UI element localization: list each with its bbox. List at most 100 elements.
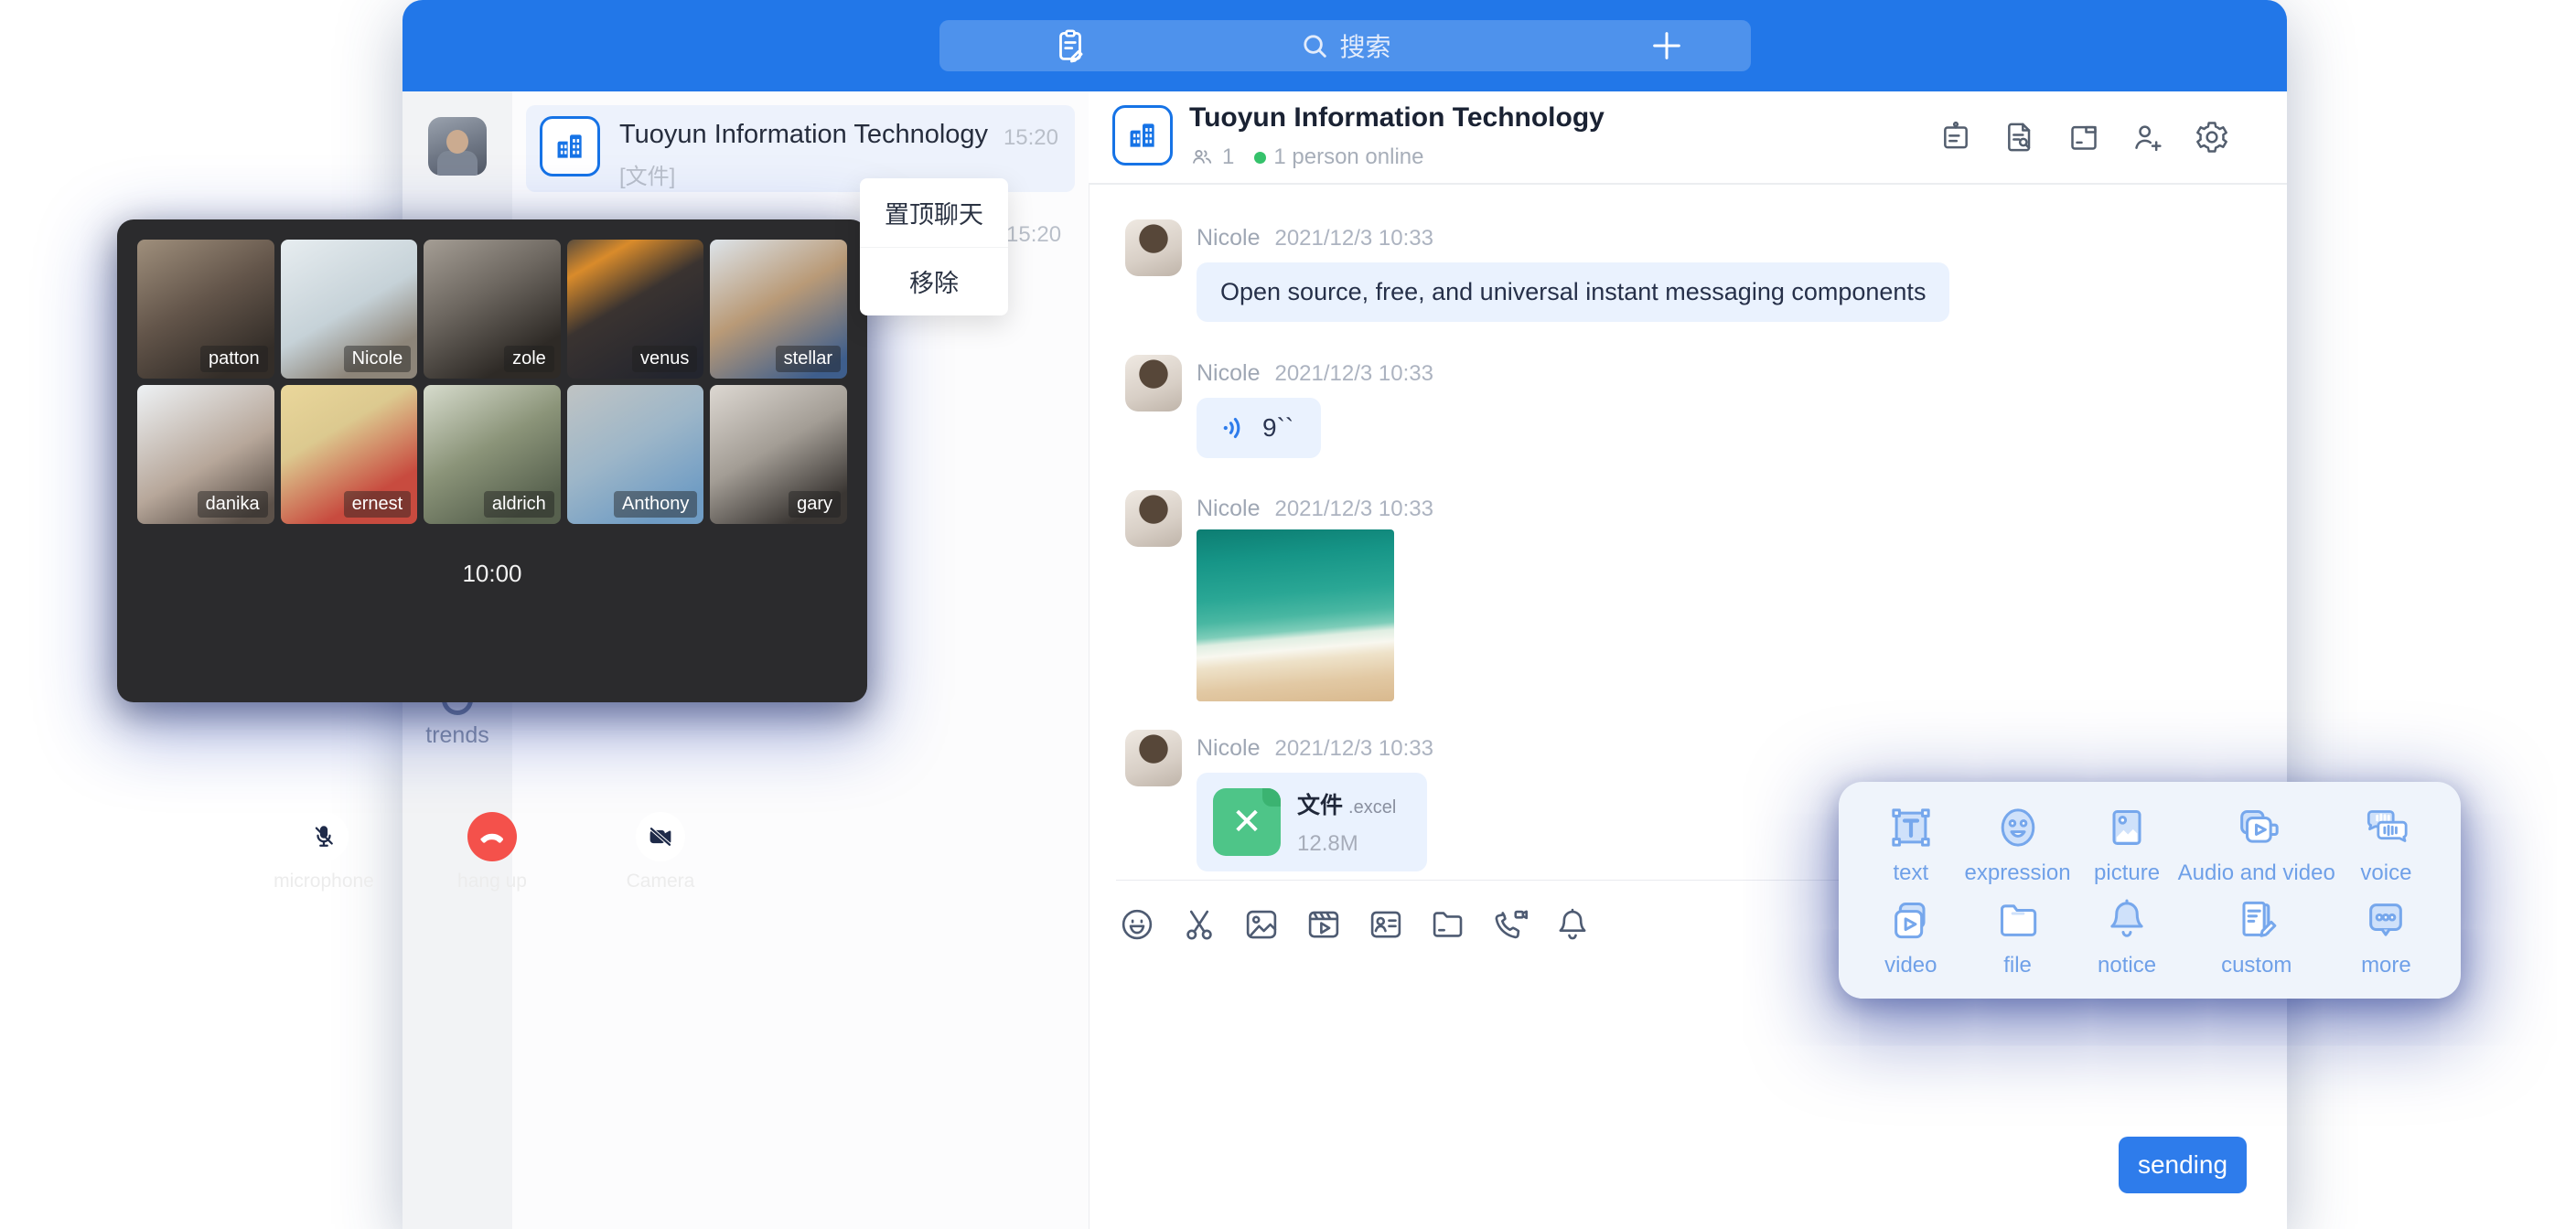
menu-item-pin-chat[interactable]: 置顶聊天	[860, 178, 1008, 247]
screen: 搜索 trends	[0, 0, 2576, 1229]
sender-avatar[interactable]	[1125, 730, 1182, 786]
video-call-icon[interactable]	[1491, 905, 1530, 944]
panel-item-text[interactable]: text	[1862, 798, 1959, 891]
panel-label: more	[2361, 953, 2411, 978]
custom-icon	[2231, 894, 2282, 946]
message-time: 2021/12/3 10:33	[1274, 736, 1433, 762]
message-file: Nicole 2021/12/3 10:33 ✕ 文件.excel 12.8M	[1125, 730, 1433, 871]
video-call-overlay: patton Nicole zole venus stellar danika …	[117, 219, 867, 702]
video-tile[interactable]: danika	[137, 385, 274, 524]
conversation-time: 15:20	[1004, 125, 1058, 151]
voice-bubble[interactable]: 9``	[1197, 398, 1321, 458]
sender-avatar[interactable]	[1125, 355, 1182, 411]
contact-card-icon[interactable]	[1367, 905, 1405, 944]
context-menu: 置顶聊天 移除	[860, 178, 1008, 315]
participant-name: zole	[504, 346, 554, 372]
chat-title: Tuoyun Information Technology	[1189, 102, 1605, 134]
panel-item-voice[interactable]: voice	[2335, 798, 2437, 891]
composer-toolbar	[1118, 905, 1592, 944]
add-icon[interactable]	[1648, 27, 1685, 64]
file-bubble[interactable]: ✕ 文件.excel 12.8M	[1197, 773, 1427, 871]
audio-video-icon	[2231, 802, 2282, 853]
online-dot	[1254, 152, 1266, 164]
file-manager-icon[interactable]	[2066, 119, 2102, 155]
participant-name: Nicole	[344, 346, 412, 372]
message-time: 2021/12/3 10:33	[1274, 497, 1433, 522]
panel-item-audio-video[interactable]: Audio and video	[2178, 798, 2335, 891]
video-tile[interactable]: ernest	[281, 385, 418, 524]
video-tile[interactable]: gary	[710, 385, 847, 524]
participant-name: aldrich	[484, 491, 554, 518]
sender-name: Nicole	[1197, 225, 1260, 251]
conversation-time-2: 15:20	[1006, 222, 1061, 248]
group-notice-icon[interactable]	[1937, 119, 1974, 155]
panel-item-picture[interactable]: picture	[2076, 798, 2177, 891]
participant-name: gary	[789, 491, 841, 518]
panel-item-expression[interactable]: expression	[1959, 798, 2077, 891]
more-icon	[2360, 894, 2411, 946]
camera-button[interactable]: Camera	[606, 812, 714, 892]
folder-icon[interactable]	[1429, 905, 1467, 944]
panel-item-more[interactable]: more	[2335, 891, 2437, 983]
send-button[interactable]: sending	[2119, 1137, 2247, 1193]
settings-gear-icon[interactable]	[2194, 119, 2230, 155]
excel-file-icon: ✕	[1213, 788, 1281, 856]
message-time: 2021/12/3 10:33	[1274, 226, 1433, 251]
video-tile[interactable]: Nicole	[281, 240, 418, 379]
video-tile[interactable]: stellar	[710, 240, 847, 379]
video-tile[interactable]: venus	[567, 240, 704, 379]
search-bar[interactable]: 搜索	[939, 20, 1751, 71]
group-avatar	[540, 116, 600, 176]
menu-item-remove[interactable]: 移除	[860, 247, 1008, 316]
conversation-title: Tuoyun Information Technology	[619, 120, 988, 150]
panel-item-video[interactable]: video	[1862, 891, 1959, 983]
panel-label: Audio and video	[2178, 860, 2335, 886]
message-voice: Nicole 2021/12/3 10:33 9``	[1125, 355, 1433, 458]
chat-group-avatar	[1112, 105, 1173, 166]
participant-name: stellar	[776, 346, 841, 372]
message-type-panel: text expression picture	[1839, 782, 2461, 999]
voice-icon	[2360, 802, 2411, 853]
sender-avatar[interactable]	[1125, 490, 1182, 547]
video-tile[interactable]: zole	[424, 240, 561, 379]
mic-muted-icon	[310, 823, 338, 850]
notice-icon	[2101, 894, 2152, 946]
video-clip-icon[interactable]	[1304, 905, 1343, 944]
panel-item-notice[interactable]: notice	[2076, 891, 2177, 983]
message-image: Nicole 2021/12/3 10:33	[1125, 490, 1433, 701]
file-x-glyph: ✕	[1231, 804, 1262, 840]
video-tile[interactable]: aldrich	[424, 385, 561, 524]
conversation-last-message: [文件]	[619, 158, 675, 190]
search-input[interactable]: 搜索	[939, 20, 1751, 71]
notification-bell-icon[interactable]	[1553, 905, 1592, 944]
screenshot-scissors-icon[interactable]	[1180, 905, 1218, 944]
user-avatar[interactable]	[428, 117, 487, 176]
camera-muted-icon	[647, 823, 674, 850]
sender-avatar[interactable]	[1125, 219, 1182, 276]
camera-label: Camera	[606, 871, 714, 892]
panel-item-custom[interactable]: custom	[2178, 891, 2335, 983]
panel-label: custom	[2221, 953, 2292, 978]
panel-item-file[interactable]: file	[1959, 891, 2077, 983]
file-icon	[1992, 894, 2044, 946]
emoji-icon[interactable]	[1118, 905, 1156, 944]
video-tile[interactable]: patton	[137, 240, 274, 379]
voice-duration: 9``	[1262, 413, 1293, 443]
add-member-icon[interactable]	[2130, 119, 2166, 155]
chat-history-search-icon[interactable]	[2002, 119, 2038, 155]
microphone-button[interactable]: microphone	[270, 812, 378, 892]
picture-icon	[2101, 802, 2152, 853]
online-status: 1 person online	[1273, 144, 1423, 170]
expression-icon	[1992, 802, 2044, 853]
image-icon[interactable]	[1242, 905, 1281, 944]
panel-label: picture	[2094, 860, 2160, 886]
participant-name: venus	[632, 346, 697, 372]
video-tile[interactable]: Anthony	[567, 385, 704, 524]
trends-label: trends	[402, 722, 512, 749]
text-bubble[interactable]: Open source, free, and universal instant…	[1197, 262, 1949, 322]
hang-up-button[interactable]: hang up	[438, 812, 546, 892]
panel-label: notice	[2098, 953, 2156, 978]
panel-label: text	[1893, 860, 1928, 886]
image-attachment-beach[interactable]	[1197, 529, 1394, 701]
microphone-label: microphone	[270, 871, 378, 892]
